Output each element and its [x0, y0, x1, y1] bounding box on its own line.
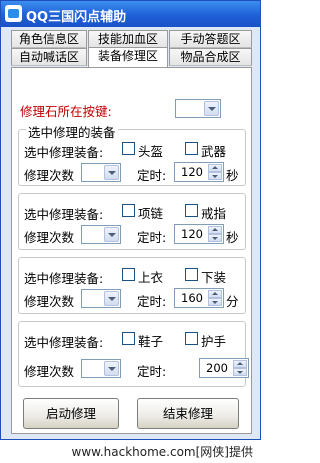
repair-group-4: 选中修理装备: 鞋子 护手 修理次数 定时: 200 分 — [18, 321, 249, 387]
necklace-checkbox[interactable] — [122, 204, 135, 217]
select-equipment-label: 选中修理装备: — [24, 271, 104, 286]
repair-panel: 修理石所在按键: 选中修理的装备 选中修理装备: 头盔 武器 修理次数 定时: … — [11, 67, 252, 434]
select-equipment-label: 选中修理装备: — [24, 145, 104, 160]
timer-value[interactable]: 120 — [177, 227, 207, 241]
chevron-down-icon[interactable] — [104, 361, 119, 376]
timer-label: 定时: — [137, 230, 167, 245]
group-title: 选中修理的装备 — [26, 122, 118, 141]
tab-equipment-repair[interactable]: 装备修理区 — [88, 47, 168, 67]
gloves-checkbox[interactable] — [185, 332, 198, 345]
tab-skill-heal[interactable]: 技能加血区 — [88, 30, 168, 48]
app-window: QQ三国闪点辅助 角色信息区 技能加血区 手动答题区 自动喊话区 装备修理区 物… — [0, 0, 261, 440]
ring-checkbox[interactable] — [185, 204, 198, 217]
timer-spinner[interactable]: 120 — [174, 162, 224, 182]
repair-count-label: 修理次数 — [24, 168, 75, 183]
increment-icon[interactable] — [208, 290, 222, 298]
tab-character-info[interactable]: 角色信息区 — [11, 30, 87, 48]
chevron-down-icon[interactable] — [204, 101, 219, 116]
gloves-label: 护手 — [201, 334, 227, 349]
timer-label: 定时: — [137, 364, 167, 379]
repair-count-select[interactable] — [81, 225, 121, 244]
helmet-checkbox[interactable] — [122, 142, 135, 155]
decrement-icon[interactable] — [208, 298, 222, 306]
weapon-label: 武器 — [201, 144, 227, 159]
tab-strip: 角色信息区 技能加血区 手动答题区 自动喊话区 装备修理区 物品合成区 — [11, 30, 252, 67]
shoes-checkbox[interactable] — [122, 332, 135, 345]
bottom-armor-label: 下装 — [201, 270, 227, 285]
tab-auto-shout[interactable]: 自动喊话区 — [11, 48, 87, 66]
ring-label: 戒指 — [201, 206, 227, 221]
tab-manual-quiz[interactable]: 手动答题区 — [169, 30, 252, 48]
helmet-label: 头盔 — [138, 144, 164, 159]
select-equipment-label: 选中修理装备: — [24, 207, 104, 222]
increment-icon[interactable] — [233, 360, 247, 368]
repair-key-label: 修理石所在按键: — [20, 104, 112, 119]
decrement-icon[interactable] — [208, 234, 222, 242]
start-repair-button[interactable]: 启动修理 — [23, 398, 119, 429]
top-armor-checkbox[interactable] — [122, 268, 135, 281]
timer-label: 定时: — [137, 168, 167, 183]
shoes-label: 鞋子 — [138, 334, 164, 349]
top-armor-label: 上衣 — [138, 270, 164, 285]
repair-count-label: 修理次数 — [24, 294, 75, 309]
timer-unit: 秒 — [226, 230, 239, 245]
timer-spinner[interactable]: 160 — [174, 288, 224, 308]
timer-value[interactable]: 120 — [177, 165, 207, 179]
timer-unit: 分 — [226, 294, 239, 309]
tab-item-compose[interactable]: 物品合成区 — [169, 48, 252, 66]
timer-value[interactable]: 160 — [177, 291, 207, 305]
repair-count-label: 修理次数 — [24, 230, 75, 245]
stop-repair-button[interactable]: 结束修理 — [137, 398, 239, 429]
timer-value[interactable]: 200 — [202, 361, 232, 375]
decrement-icon[interactable] — [208, 172, 222, 180]
repair-group-2: 选中修理装备: 项链 戒指 修理次数 定时: 120 秒 — [18, 193, 246, 250]
timer-label: 定时: — [137, 294, 167, 309]
weapon-checkbox[interactable] — [185, 142, 198, 155]
select-equipment-label: 选中修理装备: — [24, 335, 104, 350]
watermark-text: www.hackhome.com[网侠]提供 — [71, 445, 254, 459]
repair-count-select[interactable] — [81, 359, 121, 378]
app-icon — [5, 5, 22, 22]
timer-spinner[interactable]: 200 — [199, 358, 249, 378]
timer-spinner[interactable]: 120 — [174, 224, 224, 244]
necklace-label: 项链 — [138, 206, 164, 221]
watermark-footer: www.hackhome.com[网侠]提供 — [0, 440, 261, 463]
repair-count-select[interactable] — [81, 163, 121, 182]
timer-unit: 秒 — [226, 168, 239, 183]
title-bar[interactable]: QQ三国闪点辅助 — [1, 1, 260, 27]
repair-group-1: 选中修理的装备 选中修理装备: 头盔 武器 修理次数 定时: 120 秒 — [18, 122, 246, 186]
chevron-down-icon[interactable] — [104, 165, 119, 180]
repair-group-3: 选中修理装备: 上衣 下装 修理次数 定时: 160 分 — [18, 257, 246, 314]
window-title: QQ三国闪点辅助 — [26, 10, 127, 25]
repair-count-label: 修理次数 — [24, 364, 75, 379]
decrement-icon[interactable] — [233, 368, 247, 376]
repair-key-select[interactable] — [175, 99, 221, 118]
repair-count-select[interactable] — [81, 289, 121, 308]
chevron-down-icon[interactable] — [104, 291, 119, 306]
increment-icon[interactable] — [208, 164, 222, 172]
bottom-armor-checkbox[interactable] — [185, 268, 198, 281]
increment-icon[interactable] — [208, 226, 222, 234]
chevron-down-icon[interactable] — [104, 227, 119, 242]
